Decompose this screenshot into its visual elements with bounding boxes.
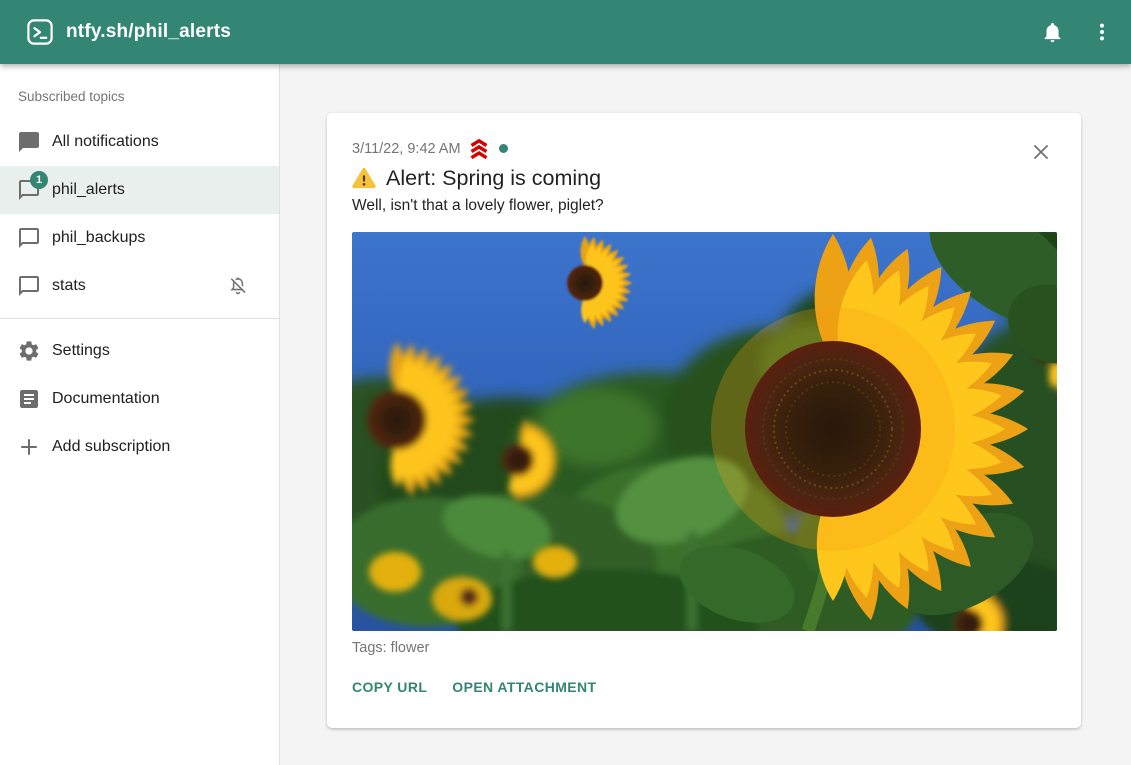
subscribed-topics-label: Subscribed topics [0, 64, 279, 104]
sidebar-item-label: Settings [52, 342, 110, 360]
sidebar-item-label: phil_backups [52, 229, 145, 247]
settings-gear-icon [17, 339, 41, 363]
chat-bubble-outline-icon: 1 [17, 178, 41, 202]
sidebar-item-label: All notifications [52, 133, 159, 151]
attachment-image[interactable] [352, 232, 1057, 631]
sidebar-item-phil-alerts[interactable]: 1 phil_alerts [0, 166, 279, 214]
sidebar-item-label: phil_alerts [52, 181, 125, 199]
priority-high-triple-chevron-icon [467, 139, 491, 159]
chat-bubble-outline-icon [17, 274, 41, 298]
message-tags: Tags: flower [352, 640, 1056, 657]
notification-card: 3/11/22, 9:42 AM [327, 113, 1081, 728]
copy-url-button[interactable]: COPY URL [352, 679, 427, 695]
plus-icon [17, 435, 41, 459]
sidebar-item-all-notifications[interactable]: All notifications [0, 118, 279, 166]
sidebar-item-phil-backups[interactable]: phil_backups [0, 214, 279, 262]
chat-bubble-filled-icon [17, 130, 41, 154]
sidebar-item-label: Documentation [52, 390, 160, 408]
notifications-off-icon [227, 275, 249, 297]
app-title: ntfy.sh/phil_alerts [66, 21, 231, 43]
sidebar-item-label: Add subscription [52, 438, 170, 456]
sidebar-item-stats[interactable]: stats [0, 262, 279, 310]
unread-count-badge: 1 [30, 171, 48, 189]
sidebar-item-documentation[interactable]: Documentation [0, 375, 279, 423]
message-body: Well, isn't that a lovely flower, piglet… [352, 197, 1056, 216]
sidebar: Subscribed topics All notifications 1 ph… [0, 64, 280, 765]
sidebar-divider [0, 318, 279, 319]
app-bar: ntfy.sh/phil_alerts [0, 0, 1131, 64]
sidebar-item-label: stats [52, 277, 86, 295]
terminal-prompt-icon [27, 19, 53, 45]
open-attachment-button[interactable]: OPEN ATTACHMENT [452, 679, 596, 695]
notifications-bell-icon[interactable] [1039, 19, 1065, 45]
overflow-kebab-menu-icon[interactable] [1089, 19, 1115, 45]
sidebar-item-add-subscription[interactable]: Add subscription [0, 423, 279, 471]
message-timestamp: 3/11/22, 9:42 AM [352, 141, 461, 157]
message-title: Alert: Spring is coming [386, 166, 601, 191]
sidebar-item-settings[interactable]: Settings [0, 327, 279, 375]
article-icon [17, 387, 41, 411]
chat-bubble-outline-icon [17, 226, 41, 250]
warning-icon [352, 167, 376, 189]
unread-dot [499, 144, 508, 153]
